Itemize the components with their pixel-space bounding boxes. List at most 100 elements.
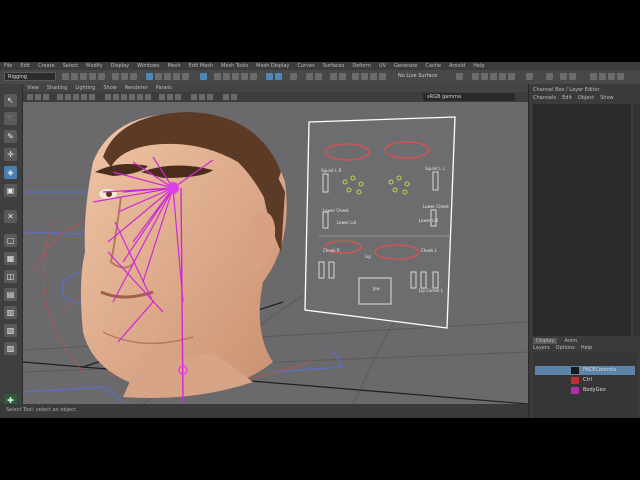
menu-help[interactable]: Help <box>581 345 592 351</box>
menu-item[interactable]: Generate <box>390 62 421 70</box>
panel-tab-title[interactable]: Channel Box / Layer Editor <box>533 87 600 93</box>
bookmark-icon[interactable] <box>35 94 41 100</box>
layer-row[interactable]: BodyGeo <box>535 386 635 395</box>
render-settings-icon[interactable] <box>315 73 322 80</box>
menu-object[interactable]: Object <box>578 95 594 101</box>
layer-row[interactable]: FACEControls <box>535 366 635 375</box>
input-ops-icon[interactable] <box>352 73 359 80</box>
snap-view-icon[interactable] <box>241 73 248 80</box>
new-scene-icon[interactable] <box>62 73 69 80</box>
render-frame-icon[interactable] <box>290 73 297 80</box>
zoom-icon[interactable] <box>370 73 377 80</box>
vertical-tab-strip[interactable] <box>633 104 640 336</box>
single-perspective-icon[interactable]: ▢ <box>4 234 17 247</box>
lock-selection-icon[interactable] <box>200 73 207 80</box>
panel-layout-icon[interactable] <box>546 73 553 80</box>
save-scene-icon[interactable] <box>80 73 87 80</box>
menu-item[interactable]: Mesh Tools <box>217 62 252 70</box>
history-icon[interactable] <box>266 73 273 80</box>
menu-item[interactable]: Select <box>59 62 82 70</box>
scale-tool-icon[interactable]: ▣ <box>4 184 17 197</box>
antialias-icon[interactable] <box>199 94 205 100</box>
layer-color-swatch[interactable] <box>571 367 579 374</box>
layer-color-swatch[interactable] <box>571 387 579 394</box>
select-object-icon[interactable] <box>121 73 128 80</box>
snap-grid-icon[interactable] <box>214 73 221 80</box>
menu-channels[interactable]: Channels <box>533 95 556 101</box>
hypershade-icon[interactable] <box>330 73 337 80</box>
menu-item[interactable]: Arnold <box>445 62 469 70</box>
ambient-occlusion-icon[interactable] <box>191 94 197 100</box>
menu-item[interactable]: File <box>0 62 16 70</box>
panel-menu-item[interactable]: Show <box>99 84 121 92</box>
redo-icon[interactable] <box>98 73 105 80</box>
menu-item[interactable]: Curves <box>293 62 318 70</box>
menu-item[interactable]: Windows <box>133 62 163 70</box>
attribute-editor-icon[interactable] <box>490 73 497 80</box>
menu-item[interactable]: Deform <box>348 62 375 70</box>
lasso-tool-icon[interactable]: ➰ <box>4 112 17 125</box>
search-icon[interactable] <box>361 73 368 80</box>
menu-item[interactable]: Edit Mesh <box>185 62 217 70</box>
select-hierarchy-icon[interactable] <box>112 73 119 80</box>
menu-item[interactable]: Create <box>34 62 59 70</box>
depth-of-field-icon[interactable] <box>207 94 213 100</box>
four-view-icon[interactable] <box>599 73 606 80</box>
layer-color-swatch[interactable] <box>571 377 579 384</box>
gate-mask-icon[interactable] <box>81 94 87 100</box>
wireframe-icon[interactable] <box>105 94 111 100</box>
side-by-side-icon[interactable]: ◫ <box>4 270 17 283</box>
lights-icon[interactable] <box>137 94 143 100</box>
film-gate-icon[interactable] <box>65 94 71 100</box>
channel-box-icon[interactable] <box>508 73 515 80</box>
menu-item[interactable]: Display <box>107 62 133 70</box>
paint-select-icon[interactable]: ✎ <box>4 130 17 143</box>
menu-item[interactable]: Mesh Display <box>252 62 293 70</box>
textured-icon[interactable] <box>129 94 135 100</box>
panel-menu-item[interactable]: View <box>23 84 43 92</box>
menu-layers[interactable]: Layers <box>533 345 550 351</box>
image-plane-icon[interactable] <box>43 94 49 100</box>
arrow-left-icon[interactable] <box>560 73 567 80</box>
select-by-handle-icon[interactable] <box>146 73 153 80</box>
ipr-render-icon[interactable] <box>306 73 313 80</box>
grid-toggle-icon[interactable] <box>57 94 63 100</box>
resolution-gate-icon[interactable] <box>73 94 79 100</box>
camera-attr-icon[interactable] <box>27 94 33 100</box>
panel-menu-item[interactable]: Renderer <box>121 84 152 92</box>
smooth-shade-icon[interactable] <box>113 94 119 100</box>
isolate-icon[interactable] <box>175 94 181 100</box>
menu-item[interactable]: Cache <box>421 62 445 70</box>
camera-icon[interactable] <box>456 73 463 80</box>
menu-item[interactable]: Mesh <box>163 62 184 70</box>
four-view-layout-icon[interactable]: ▦ <box>4 252 17 265</box>
rotate-tool-icon[interactable]: ◈ <box>4 166 17 179</box>
last-tool-icon[interactable]: ✕ <box>4 210 17 223</box>
menu-item[interactable]: UV <box>375 62 390 70</box>
xray-joints-icon[interactable] <box>167 94 173 100</box>
render-view-icon[interactable] <box>339 73 346 80</box>
exposure-icon[interactable] <box>223 94 229 100</box>
outliner-layout-icon[interactable]: ▥ <box>4 306 17 319</box>
character-controls-icon[interactable] <box>481 73 488 80</box>
menu-set-dropdown[interactable]: Rigging <box>4 72 56 81</box>
select-by-deform-icon[interactable] <box>182 73 189 80</box>
xray-icon[interactable] <box>159 94 165 100</box>
modeling-toolkit-icon[interactable] <box>472 73 479 80</box>
select-tool-icon[interactable]: ↖ <box>4 94 17 107</box>
two-view-icon[interactable] <box>608 73 615 80</box>
single-view-icon[interactable] <box>617 73 624 80</box>
snap-point-icon[interactable] <box>232 73 239 80</box>
menu-item[interactable]: Modify <box>82 62 107 70</box>
grid-layout-icon[interactable] <box>590 73 597 80</box>
menu-item[interactable]: Surfaces <box>319 62 349 70</box>
menu-item[interactable]: Help <box>469 62 488 70</box>
pin-icon[interactable] <box>379 73 386 80</box>
panel-menu-item[interactable]: Lighting <box>71 84 99 92</box>
node-layout-icon[interactable]: ▨ <box>4 342 17 355</box>
channel-list[interactable] <box>533 104 631 336</box>
gamma-icon[interactable] <box>231 94 237 100</box>
arrow-right-icon[interactable] <box>569 73 576 80</box>
shadows-icon[interactable] <box>145 94 151 100</box>
select-by-surface-icon[interactable] <box>173 73 180 80</box>
